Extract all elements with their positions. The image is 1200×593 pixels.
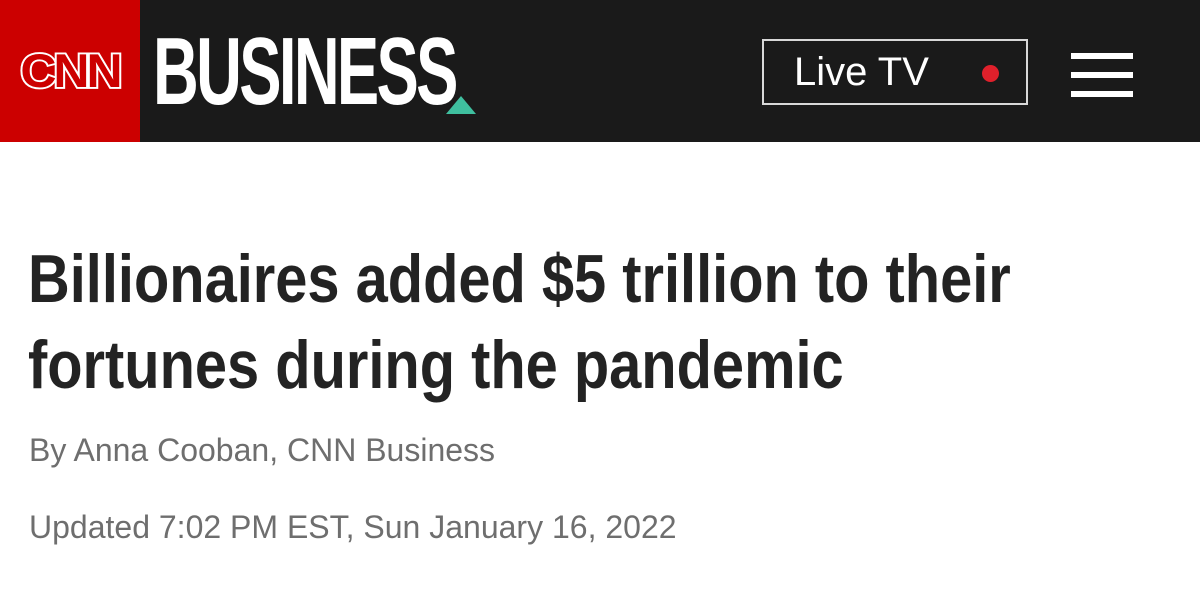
cnn-logo-text: CNN [18, 43, 124, 100]
live-tv-button[interactable]: Live TV [762, 39, 1028, 105]
site-header: CNN BUSINESS Live TV [0, 0, 1200, 142]
triangle-icon [446, 96, 476, 114]
menu-bar [1071, 53, 1133, 59]
menu-bar [1071, 72, 1133, 78]
live-indicator-dot-icon [982, 65, 999, 82]
live-tv-label: Live TV [794, 50, 929, 94]
article-byline: By Anna Cooban, CNN Business [29, 432, 496, 468]
article-headline: Billionaires added $5 trillion to their … [28, 241, 1011, 403]
article-timestamp: Updated 7:02 PM EST, Sun January 16, 202… [29, 509, 677, 545]
section-title-business[interactable]: BUSINESS [153, 22, 458, 122]
cnn-logo[interactable]: CNN [0, 0, 140, 142]
menu-bar [1071, 91, 1133, 97]
hamburger-menu-icon[interactable] [1071, 53, 1133, 97]
